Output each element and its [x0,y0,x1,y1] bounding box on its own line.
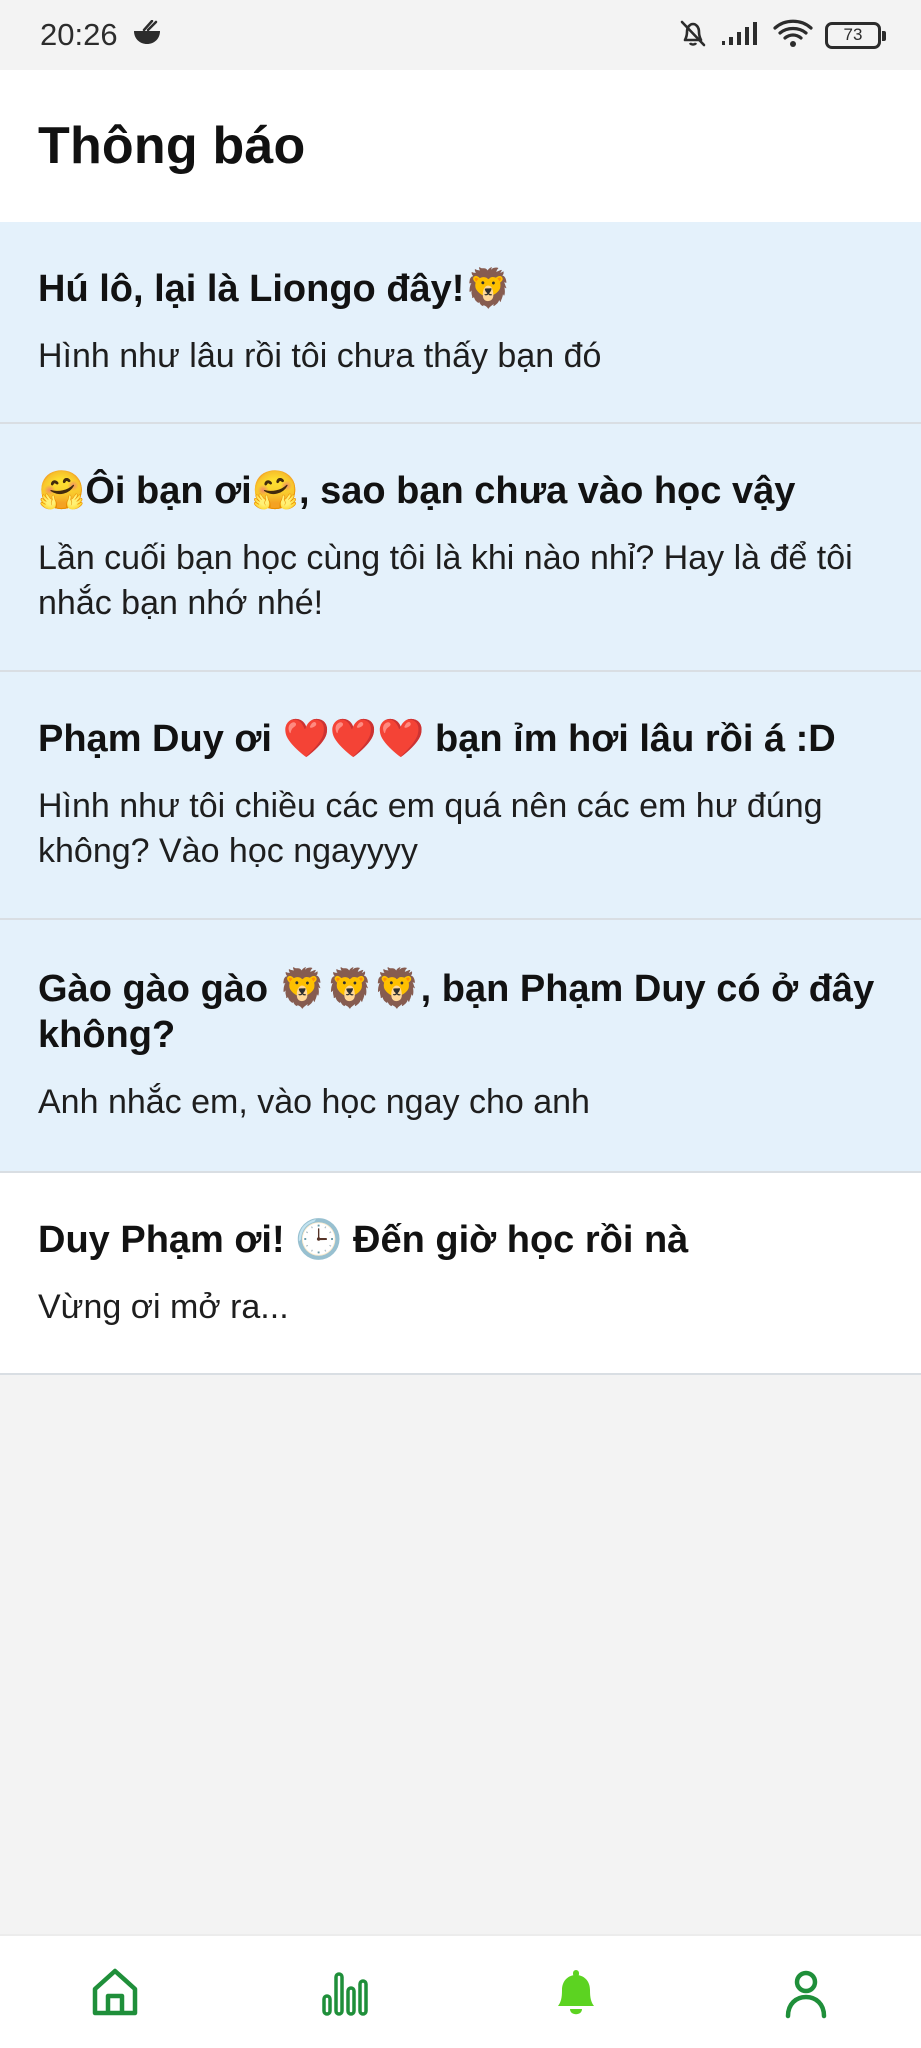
battery-icon: 73 [825,21,886,49]
profile-icon [785,1970,827,2019]
bell-off-icon [677,17,709,54]
notification-item[interactable]: Hú lô, lại là Liongo đây!🦁 Hình như lâu … [0,222,921,424]
notification-body: Lần cuối bạn học cùng tôi là khi nào nhỉ… [38,539,853,622]
ramen-icon [132,19,162,51]
status-left: 20:26 [40,17,162,53]
notification-title: 🤗Ôi bạn ơi🤗, sao bạn chưa vào học vậy [38,470,796,512]
notification-title: Duy Phạm ơi! 🕒 Đến giờ học rồi nà [38,1218,689,1261]
battery-level: 73 [843,25,863,44]
status-right: 73 [677,17,886,54]
app-header: Thông báo [0,70,921,222]
notification-title: Hú lô, lại là Liongo đây!🦁 [38,267,512,310]
notification-item[interactable]: Duy Phạm ơi! 🕒 Đến giờ học rồi nà Vừng ơ… [0,1173,921,1375]
notification-item[interactable]: Phạm Duy ơi ❤️❤️❤️ bạn ỉm hơi lâu rồi á … [0,672,921,920]
notification-body: Hình như lâu rồi tôi chưa thấy bạn đó [38,336,602,375]
notification-item[interactable]: 🤗Ôi bạn ơi🤗, sao bạn chưa vào học vậy Lầ… [0,424,921,672]
bottom-nav [0,1934,921,2048]
wifi-icon [773,18,813,53]
notification-body: Hình như tôi chiều các em quá nên các em… [38,787,823,870]
status-bar: 20:26 73 [0,0,921,70]
notification-list: Hú lô, lại là Liongo đây!🦁 Hình như lâu … [0,222,921,1375]
home-icon [92,1968,138,2016]
notification-title: Gào gào gào 🦁🦁🦁, bạn Phạm Duy có ở đây k… [38,968,875,1056]
nav-stats-button[interactable] [285,1942,405,2042]
nav-profile-button[interactable] [746,1942,866,2042]
stats-icon [322,1972,369,2016]
nav-home-button[interactable] [55,1942,175,2042]
notification-item[interactable]: Gào gào gào 🦁🦁🦁, bạn Phạm Duy có ở đây k… [0,920,921,1173]
notification-title: Phạm Duy ơi ❤️❤️❤️ bạn ỉm hơi lâu rồi á … [38,718,836,760]
status-time: 20:26 [40,17,118,52]
nav-notifications-button[interactable] [516,1942,636,2042]
signal-icon [721,19,761,52]
notification-body: Vừng ơi mở ra... [38,1287,289,1326]
bell-icon [557,1970,594,2015]
page-title: Thông báo [38,117,306,175]
notification-body: Anh nhắc em, vào học ngay cho anh [38,1083,590,1121]
